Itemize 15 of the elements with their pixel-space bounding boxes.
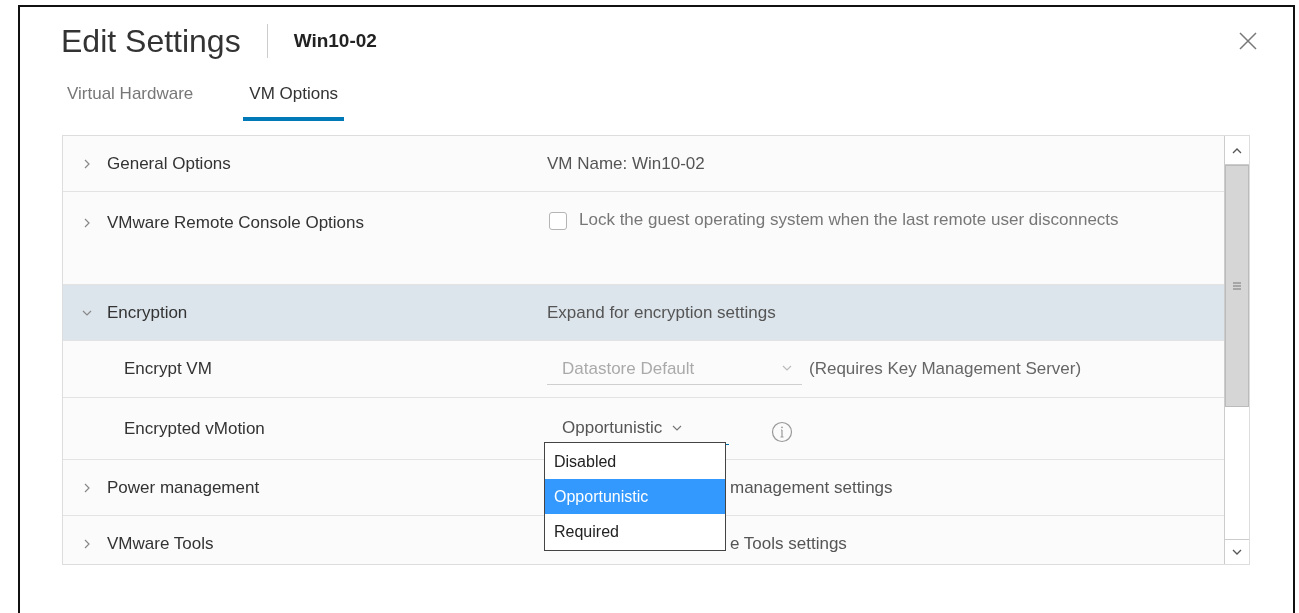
row-value: VM Name: Win10-02 — [547, 152, 705, 175]
row-label: Power management — [107, 476, 260, 499]
row-label: Encryption — [107, 301, 188, 324]
checkbox-label: Lock the guest operating system when the last remote user disconnects — [579, 209, 1120, 231]
row-label: VMware Tools — [107, 532, 214, 555]
vm-name: Win10-02 — [293, 28, 377, 53]
row-label: Encrypted vMotion — [124, 417, 265, 440]
row-value: Expand for encryption settings — [547, 301, 776, 324]
row-value: management settings — [730, 476, 893, 499]
row-label: Encrypt VM — [124, 358, 212, 381]
row-value: e Tools settings — [730, 532, 847, 555]
row-label: VMware Remote Console Options — [107, 212, 364, 234]
select-note: (Requires Key Management Server) — [809, 358, 1082, 381]
row-label: General Options — [107, 152, 231, 175]
dialog-title: Edit Settings — [61, 22, 241, 61]
